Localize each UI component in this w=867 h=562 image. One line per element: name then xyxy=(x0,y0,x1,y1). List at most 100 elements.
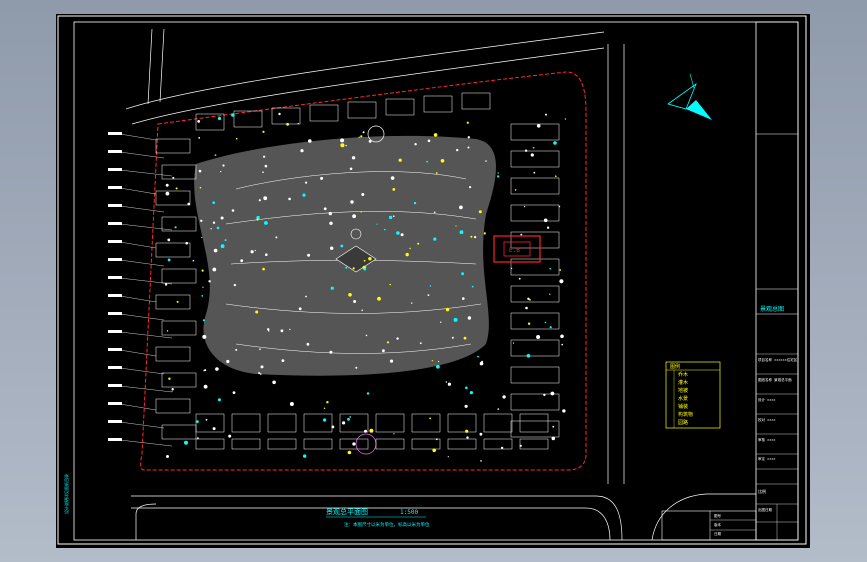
building-block xyxy=(411,413,441,433)
tree-symbol xyxy=(363,267,367,271)
tree-symbol xyxy=(258,372,261,374)
tree-symbol xyxy=(419,342,422,345)
tree-symbol xyxy=(220,244,225,249)
tree-symbol xyxy=(262,130,265,133)
tree-symbol xyxy=(518,277,521,280)
title-row-2: 图纸名称 景观总平面 xyxy=(758,378,792,382)
tree-symbol xyxy=(470,235,473,238)
tree-symbol xyxy=(288,197,291,201)
building-block xyxy=(195,113,225,131)
tree-symbol xyxy=(278,112,281,116)
tree-symbol xyxy=(512,342,515,344)
tree-symbol xyxy=(445,307,450,312)
building-block xyxy=(155,138,191,154)
annotation-tag xyxy=(108,420,122,423)
tree-symbol xyxy=(426,160,428,163)
legend-row: 地被 xyxy=(678,388,689,394)
legend-row: 水景 xyxy=(678,396,689,402)
tree-symbol xyxy=(202,334,207,339)
tree-symbol xyxy=(361,193,365,196)
tree-symbol xyxy=(231,113,235,117)
building-block xyxy=(161,216,197,232)
tree-symbol xyxy=(558,205,561,208)
tree-symbol xyxy=(433,133,438,137)
title-bottom-right: 出图日期 xyxy=(758,508,772,512)
tree-symbol xyxy=(463,336,467,340)
tree-symbol xyxy=(307,253,311,257)
building-block xyxy=(155,294,191,310)
tree-symbol xyxy=(429,285,432,287)
tree-symbol xyxy=(553,141,557,145)
building-block xyxy=(309,104,339,122)
tree-symbol xyxy=(417,242,420,245)
tree-symbol xyxy=(198,169,202,173)
building-block xyxy=(161,268,197,284)
tree-symbol xyxy=(306,342,310,346)
tree-symbol xyxy=(546,226,550,229)
legend-row: 铺装 xyxy=(678,404,689,410)
annotation-leader xyxy=(119,277,173,285)
tree-symbol xyxy=(543,393,546,397)
building-block xyxy=(195,413,225,433)
tree-symbol xyxy=(358,136,361,139)
tree-symbol xyxy=(552,425,555,428)
tree-symbol xyxy=(308,139,312,143)
tree-symbol xyxy=(165,183,169,187)
tree-symbol xyxy=(265,253,268,256)
tree-symbol xyxy=(224,239,227,242)
tree-symbol xyxy=(262,267,265,271)
tree-symbol xyxy=(220,171,222,173)
tree-symbol xyxy=(438,360,440,363)
tree-symbol xyxy=(217,116,222,121)
tree-symbol xyxy=(530,153,534,157)
tree-symbol xyxy=(192,259,195,262)
building-block xyxy=(385,98,415,116)
tree-symbol xyxy=(176,300,179,303)
tree-symbol xyxy=(398,158,402,162)
annotation-leader xyxy=(119,403,157,411)
drawing-area[interactable]: E.B 景观总平面图 1:500 注：本图尺寸以米为单位，标高以米为单位 设计说… xyxy=(56,14,810,548)
cad-viewport[interactable]: E.B 景观总平面图 1:500 注：本图尺寸以米为单位，标高以米为单位 设计说… xyxy=(0,0,867,562)
tree-symbol xyxy=(390,176,395,180)
tree-symbol xyxy=(485,160,487,162)
tree-symbol xyxy=(559,279,564,284)
building-block xyxy=(411,438,441,450)
tree-symbol xyxy=(262,171,264,173)
tree-symbol xyxy=(184,440,188,445)
tree-symbol xyxy=(413,201,417,205)
tree-symbol xyxy=(435,438,438,441)
tree-symbol xyxy=(349,416,351,418)
tree-symbol xyxy=(369,428,374,433)
legend-row: 构筑物 xyxy=(678,412,694,418)
title-row-3: 设计 ×××× xyxy=(758,398,776,402)
tree-symbol xyxy=(202,286,204,288)
building-block xyxy=(519,413,549,433)
tree-symbol xyxy=(214,154,217,157)
annotation-leader xyxy=(119,349,157,357)
annotation-tag xyxy=(108,132,122,135)
tree-symbol xyxy=(240,259,244,263)
legend-row: 园路 xyxy=(678,420,689,426)
tree-symbol xyxy=(436,364,440,369)
tree-symbol xyxy=(289,328,291,331)
tree-symbol xyxy=(440,159,445,163)
tree-symbol xyxy=(360,135,363,138)
tree-symbol xyxy=(212,221,216,224)
tree-symbol xyxy=(555,175,557,177)
tree-symbol xyxy=(235,137,238,140)
building-block xyxy=(155,190,191,206)
tree-symbol xyxy=(389,283,392,286)
tree-symbol xyxy=(376,223,378,225)
tree-symbol xyxy=(168,377,171,380)
annotation-leader xyxy=(119,295,157,303)
building-block xyxy=(510,150,560,168)
tree-symbol xyxy=(469,391,473,395)
title-row-5: 审核 ×××× xyxy=(758,438,776,442)
highlight-box[interactable]: E.B xyxy=(493,235,541,263)
tree-symbol xyxy=(366,392,370,395)
tree-symbol xyxy=(174,226,177,229)
building-block xyxy=(267,413,297,433)
building-block xyxy=(155,398,191,414)
tree-symbol xyxy=(461,272,464,276)
tree-symbol xyxy=(340,138,345,143)
